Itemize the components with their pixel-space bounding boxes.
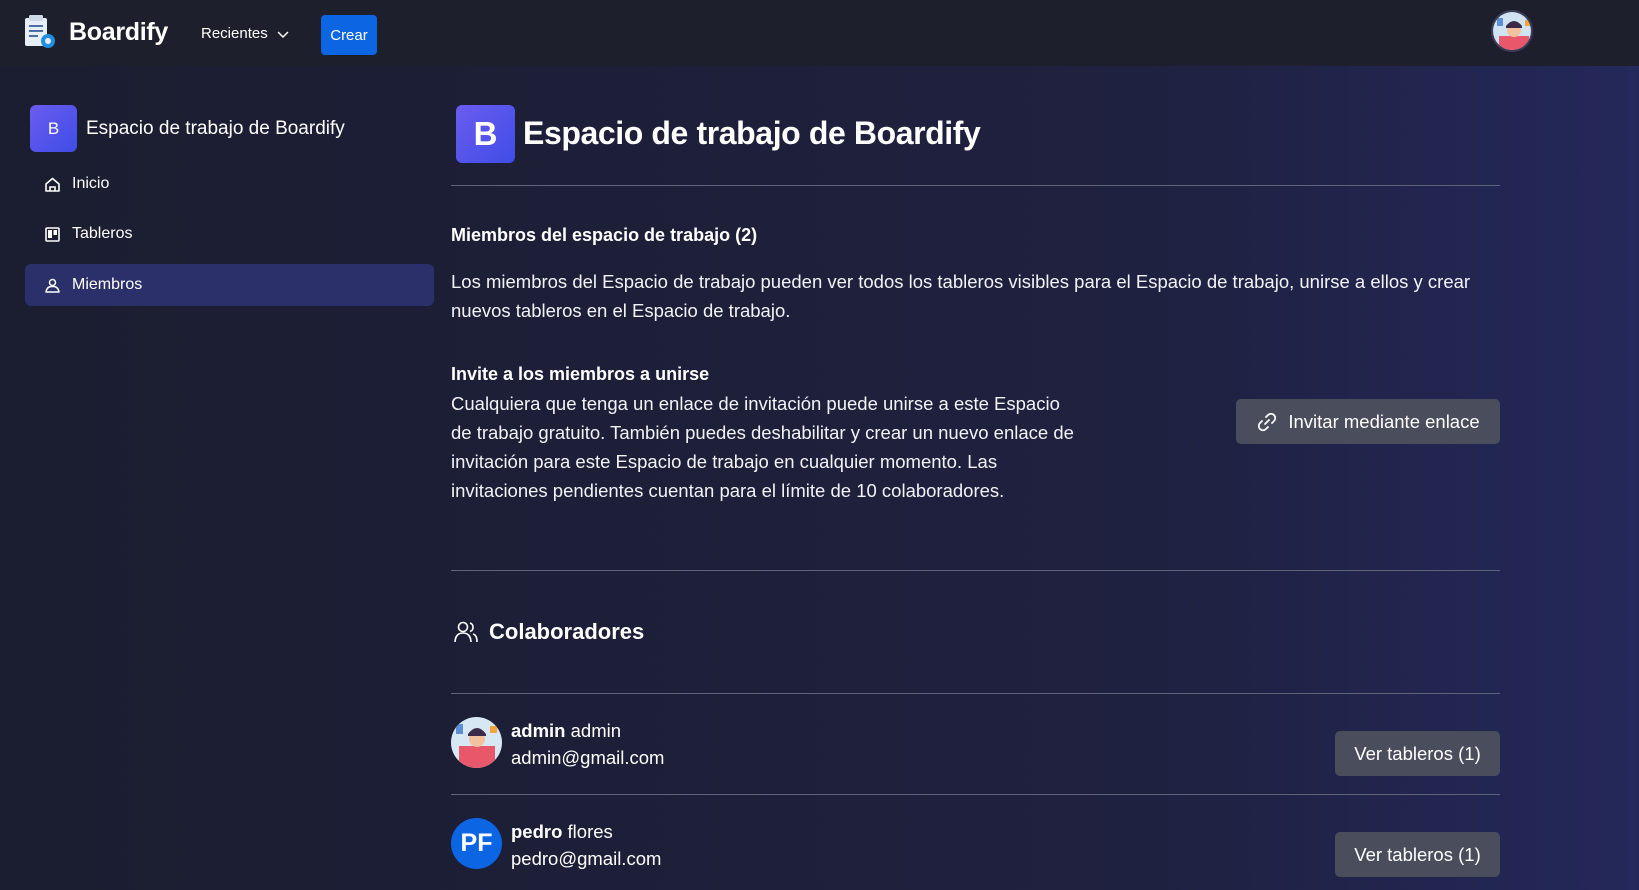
sidebar-item-inicio[interactable]: Inicio (25, 163, 434, 205)
invite-heading: Invite a los miembros a unirse (451, 364, 710, 384)
member-first-name: admin (511, 720, 566, 741)
brand-name[interactable]: Boardify (69, 18, 168, 47)
invite-description: Cualquiera que tenga un enlace de invita… (451, 393, 1074, 501)
list-item: PF pedro flores pedro@gmail.com Ver tabl… (451, 818, 1500, 890)
sidebar-item-label: Inicio (72, 175, 110, 192)
member-last-name: flores (567, 821, 613, 842)
page-title: Espacio de trabajo de Boardify (523, 115, 981, 151)
divider (451, 794, 1500, 795)
users-icon (454, 621, 478, 643)
boardify-logo-icon[interactable] (22, 14, 58, 50)
members-icon (45, 278, 60, 293)
user-avatar[interactable] (1491, 10, 1533, 52)
avatar-illustration-icon (1493, 12, 1531, 50)
workspace-badge-large: B (456, 105, 515, 163)
sidebar-item-tableros[interactable]: Tableros (25, 213, 434, 255)
sidebar-item-label: Miembros (72, 276, 143, 293)
avatar-illustration-icon (451, 717, 502, 768)
view-boards-button[interactable]: Ver tableros (1) (1335, 832, 1500, 877)
link-icon (1258, 412, 1277, 431)
recent-dropdown-label: Recientes (201, 25, 268, 42)
recent-dropdown[interactable]: Recientes (201, 25, 290, 42)
member-email: pedro@gmail.com (511, 848, 662, 869)
members-heading: Miembros del espacio de trabajo (2) (451, 225, 758, 245)
invite-link-button[interactable]: Invitar mediante enlace (1236, 399, 1500, 444)
collaborators-title: Colaboradores (489, 619, 645, 644)
members-description: Los miembros del Espacio de trabajo pued… (451, 271, 1471, 321)
divider (451, 570, 1500, 571)
top-navigation-bar: Boardify Recientes Crear (0, 0, 1639, 66)
chevron-down-icon (277, 30, 289, 38)
divider (451, 185, 1500, 186)
invite-link-label: Invitar mediante enlace (1288, 410, 1480, 432)
member-email: admin@gmail.com (511, 747, 665, 768)
sidebar-item-label: Tableros (72, 225, 133, 242)
home-icon (45, 177, 60, 192)
member-name: admin admin (511, 720, 621, 742)
create-button[interactable]: Crear (321, 15, 377, 55)
workspace-name[interactable]: Espacio de trabajo de Boardify (86, 118, 345, 140)
collaborators-header: Colaboradores (453, 619, 644, 645)
sidebar-item-miembros[interactable]: Miembros (25, 264, 434, 306)
workspace-badge: B (30, 105, 77, 152)
board-icon (45, 226, 60, 242)
member-first-name: pedro (511, 821, 563, 842)
avatar[interactable]: PF (451, 818, 502, 869)
view-boards-button[interactable]: Ver tableros (1) (1335, 731, 1500, 776)
member-name: pedro flores (511, 821, 613, 843)
divider (451, 693, 1500, 694)
member-last-name: admin (570, 720, 622, 741)
avatar[interactable] (451, 717, 502, 768)
